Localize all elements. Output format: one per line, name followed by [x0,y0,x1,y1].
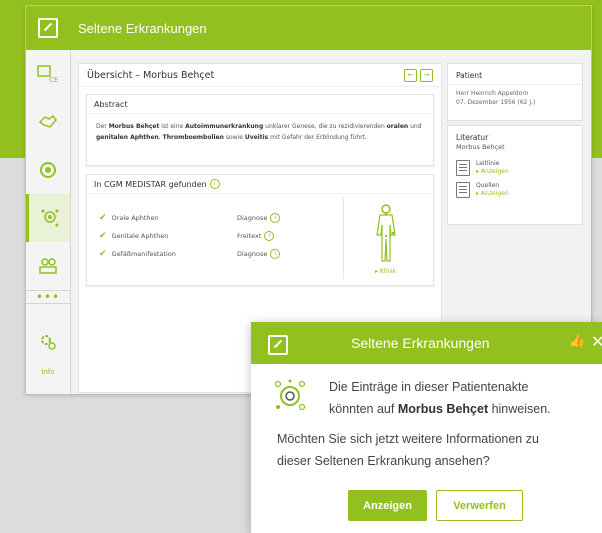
info-icon[interactable]: i [270,249,281,259]
show-button[interactable]: Anzeigen [348,490,427,521]
handshake-icon [38,114,57,128]
check-icon: ✔ [99,231,107,241]
divider [343,197,344,279]
prev-button[interactable]: ← [404,69,417,82]
finding-item: ✔ Genitale Aphthen [99,231,169,241]
logo-icon [268,335,288,355]
popup-message-line1: Die Einträge in dieser Patientenakte [329,380,529,394]
document-icon [456,182,470,198]
sidebar-item-patient-scan[interactable] [26,194,70,242]
patient-info: Herr Heinrich Appeldorn 07. Dezember 195… [448,85,582,111]
close-icon[interactable]: ✕ [591,332,602,351]
sidebar-item-people[interactable] [26,242,70,290]
patient-card: Patient Herr Heinrich Appeldorn 07. Deze… [447,63,583,121]
popup-question-line1: Möchten Sie sich jetzt weitere Informati… [277,432,539,446]
page-title: Übersicht – Morbus Behçet [87,69,215,81]
sidebar: CE ••• Info [26,6,71,394]
finding-item: ✔ Orale Aphthen [99,213,159,223]
literature-subtitle: Morbus Behçet [456,143,505,151]
klinik-link[interactable]: ▸ Klinik [375,268,396,275]
finding-type: Diagnose i [237,213,281,223]
patient-scan-icon [41,209,58,227]
next-button[interactable]: → [420,69,433,82]
literature-show-link[interactable]: ▸ Anzeigen [476,168,509,176]
info-icon[interactable]: i [264,231,275,241]
info-icon[interactable]: i [270,213,281,223]
patient-name: Herr Heinrich Appeldorn [456,90,529,97]
sidebar-logo[interactable] [26,6,70,50]
body-figure-icon [376,204,396,262]
sidebar-item-ce-device[interactable]: CE [26,50,70,98]
logo-icon [38,18,58,38]
sidebar-item-handshake[interactable] [26,98,70,146]
popup-title: Seltene Erkrankungen [351,335,490,351]
thumbs-up-icon[interactable]: 👍 [569,334,585,349]
patient-scan-icon [274,379,306,411]
people-icon [39,258,57,274]
finding-type: Diagnose i [237,249,281,259]
sidebar-more[interactable]: ••• [26,290,70,304]
ce-device-icon: CE [37,65,58,84]
abstract-card: Abstract Der Morbus Behçet ist eine Auto… [86,94,434,166]
check-icon: ✔ [99,213,107,223]
patient-dob: 07. Dezember 1956 (62 J.) [456,99,536,106]
finding-item: ✔ Gefäßmanifestation [99,249,176,259]
popup-header: Seltene Erkrankungen 👍 ✕ [251,322,602,364]
patient-heading: Patient [448,64,582,85]
found-card: In CGM MEDISTAR gefunden i ✔ Orale Aphthen… [86,174,434,286]
overview-header: Übersicht – Morbus Behçet ← → [79,64,441,87]
sidebar-item-settings[interactable] [26,318,70,366]
cg-icon [40,162,56,178]
check-icon: ✔ [99,249,107,259]
finding-type: Freitext i [237,231,275,241]
popup-message-line2: könnten auf Morbus Behçet hinweisen. [329,402,551,416]
literature-heading: Literatur [456,133,489,142]
document-icon [456,160,470,176]
literature-item: Quellen ▸ Anzeigen [448,179,582,201]
settings-icon [41,335,56,350]
app-title: Seltene Erkrankungen [70,6,591,50]
reject-button[interactable]: Verwerfen [436,490,523,521]
literature-label: Leitlinie [476,160,500,167]
svg-text:CE: CE [49,76,58,84]
abstract-text: Der Morbus Behçet ist eine Autoimmunerkr… [96,123,422,141]
literature-show-link[interactable]: ▸ Anzeigen [476,190,509,198]
literature-item: Leitlinie ▸ Anzeigen [448,157,582,179]
popup-question-line2: dieser Seltenen Erkrankung ansehen? [277,454,490,468]
found-heading: In CGM MEDISTAR gefunden i [87,175,433,194]
notification-popup: Seltene Erkrankungen 👍 ✕ Die Einträge in… [251,322,602,533]
literature-label: Quellen [476,182,500,189]
sidebar-item-cg[interactable] [26,146,70,194]
info-icon[interactable]: i [209,179,220,189]
literature-card: Literatur Morbus Behçet Leitlinie ▸ Anzei… [447,125,583,225]
sidebar-info[interactable]: Info [26,368,70,376]
abstract-heading: Abstract [87,95,433,114]
